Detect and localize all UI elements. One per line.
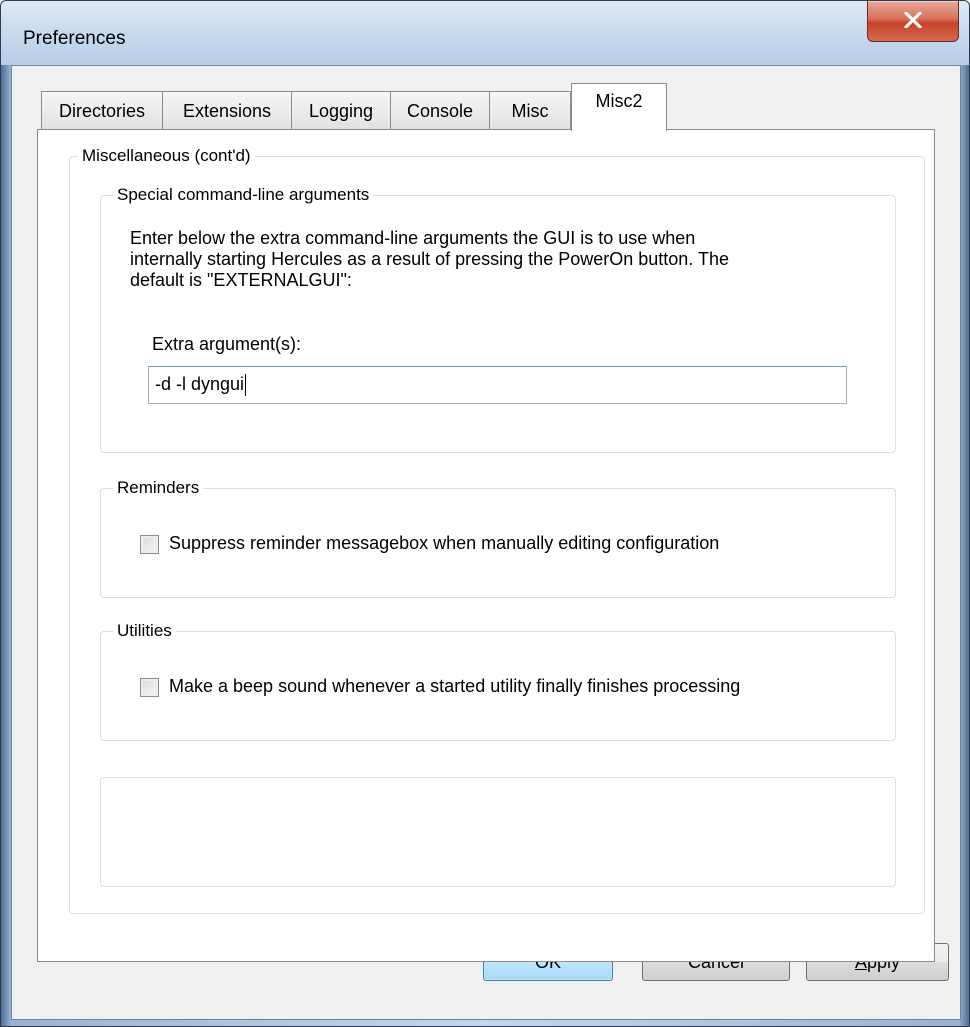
title-bar[interactable]: Preferences	[1, 1, 969, 65]
group-miscellaneous-title: Miscellaneous (cont'd)	[78, 145, 255, 167]
group-miscellaneous: Miscellaneous (cont'd) Special command-l…	[69, 145, 925, 914]
group-empty	[100, 777, 896, 887]
text-caret	[245, 374, 247, 397]
extra-arguments-input[interactable]: -d -l dyngui	[148, 366, 847, 404]
tab-misc2[interactable]: Misc2	[571, 83, 667, 131]
command-line-description: Enter below the extra command-line argum…	[130, 228, 729, 290]
group-reminders: Reminders Suppress reminder messagebox w…	[100, 477, 896, 598]
suppress-reminder-checkbox[interactable]	[140, 535, 159, 554]
group-command-line-args-title: Special command-line arguments	[113, 184, 374, 206]
extra-arguments-value: -d -l dyngui	[155, 374, 245, 394]
group-utilities: Utilities Make a beep sound whenever a s…	[100, 620, 896, 741]
tab-extensions[interactable]: Extensions	[162, 91, 292, 129]
extra-arguments-label: Extra argument(s):	[152, 334, 302, 354]
preferences-dialog: Preferences Directories Extensions Loggi…	[0, 0, 970, 1027]
group-command-line-args: Special command-line arguments Enter bel…	[100, 184, 896, 453]
tab-panel-misc2: Miscellaneous (cont'd) Special command-l…	[37, 129, 935, 962]
tab-console[interactable]: Console	[390, 91, 490, 129]
beep-on-finish-checkbox[interactable]	[140, 678, 159, 697]
beep-on-finish-label[interactable]: Make a beep sound whenever a started uti…	[169, 676, 740, 697]
tab-misc[interactable]: Misc	[489, 91, 571, 129]
suppress-reminder-label[interactable]: Suppress reminder messagebox when manual…	[169, 533, 719, 554]
tab-directories[interactable]: Directories	[41, 91, 163, 129]
close-button[interactable]	[867, 1, 959, 42]
dialog-client-area: Directories Extensions Logging Console M…	[11, 65, 961, 1020]
tab-logging[interactable]: Logging	[291, 91, 391, 129]
group-reminders-title: Reminders	[113, 477, 204, 499]
close-icon	[904, 12, 922, 28]
window-title: Preferences	[23, 28, 126, 49]
group-utilities-title: Utilities	[113, 620, 176, 642]
